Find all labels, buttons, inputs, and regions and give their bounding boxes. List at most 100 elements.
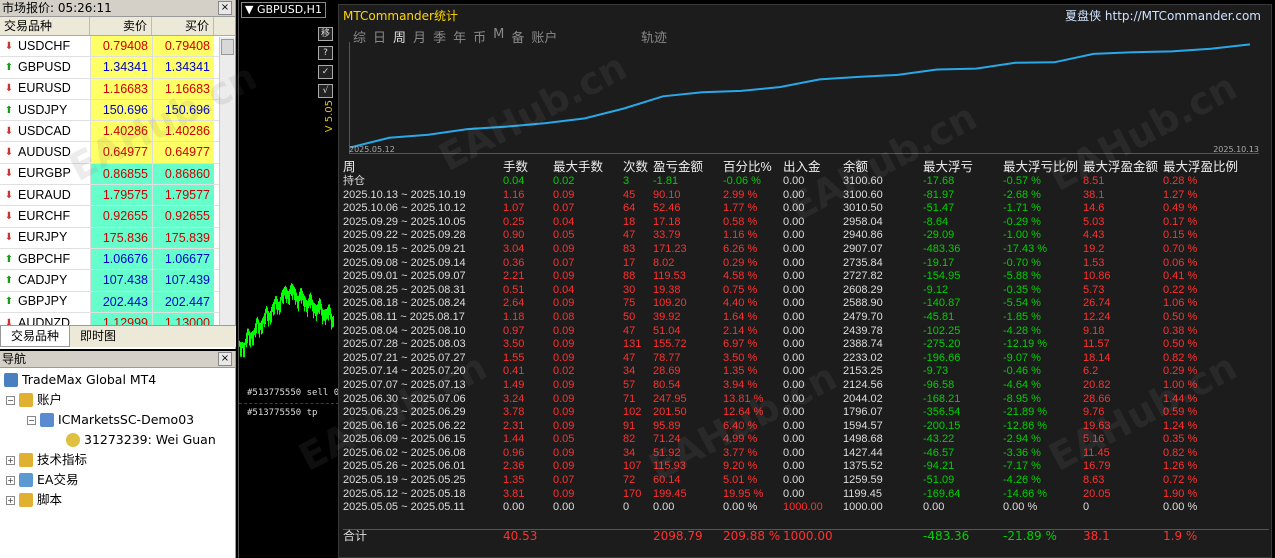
- scripts-icon: [19, 493, 33, 507]
- table-cell: 0.09: [553, 338, 575, 351]
- col-ask[interactable]: 买价: [152, 17, 214, 35]
- table-cell: 0.00: [783, 324, 805, 337]
- table-cell: -102.25: [923, 324, 961, 337]
- side-button[interactable]: ?: [318, 46, 333, 60]
- scroll-thumb[interactable]: [221, 39, 234, 55]
- quote-ask: 107.439: [152, 270, 214, 291]
- table-cell: 0.00: [783, 338, 805, 351]
- tab-symbols[interactable]: 交易品种: [0, 326, 71, 347]
- table-cell: 2044.02: [843, 392, 883, 405]
- table-cell: 52.46: [653, 202, 681, 215]
- nav-accounts[interactable]: − 账户: [6, 391, 62, 409]
- table-cell: 30: [623, 283, 636, 296]
- expand-icon[interactable]: +: [6, 495, 15, 505]
- table-cell: 2025.07.28 ~ 2025.08.03: [343, 338, 466, 351]
- table-cell: 9.18: [1083, 324, 1105, 337]
- table-cell: -21.89 %: [1003, 406, 1048, 419]
- table-cell: 1.49: [503, 378, 525, 391]
- collapse-icon[interactable]: −: [6, 395, 15, 405]
- expand-icon[interactable]: +: [6, 455, 15, 465]
- table-cell: 1.27 %: [1163, 188, 1198, 201]
- table-cell: 2025.10.06 ~ 2025.10.12: [343, 202, 466, 215]
- market-watch-title: 市场报价: 05:26:11 ×: [0, 0, 235, 17]
- col-bid[interactable]: 卖价: [90, 17, 152, 35]
- quote-row[interactable]: ⬆ GBPJPY 202.443 202.447: [0, 291, 235, 313]
- collapse-icon[interactable]: −: [27, 415, 36, 425]
- quote-symbol: USDCAD: [18, 123, 71, 138]
- tab-tick-chart[interactable]: 即时图: [70, 326, 126, 347]
- table-cell: 3.81: [503, 487, 525, 500]
- table-cell: 2940.86: [843, 229, 883, 242]
- quote-bid: 1.16683: [90, 78, 152, 99]
- quote-row[interactable]: ⬇ USDCHF 0.79408 0.79408: [0, 36, 235, 58]
- quote-symbol-cell: ⬆ GBPUSD: [0, 57, 90, 78]
- table-cell: 0.02: [553, 365, 575, 378]
- table-cell: 0.09: [553, 324, 575, 337]
- table-cell: 83: [623, 242, 636, 255]
- table-cell: 2153.25: [843, 365, 883, 378]
- table-row: 2025.09.22 ~ 2025.09.28 0.90 0.05 47 33.79 1.…: [343, 229, 1269, 243]
- table-cell: 88: [623, 270, 636, 283]
- table-cell: 0.29 %: [723, 256, 758, 269]
- table-cell: 131: [623, 338, 642, 351]
- table-cell: 0.09: [553, 270, 575, 283]
- table-cell: 2025.09.29 ~ 2025.10.05: [343, 215, 466, 228]
- table-cell: 0.00 %: [1163, 501, 1198, 514]
- quote-symbol: EURGBP: [18, 166, 71, 181]
- table-cell: 17.18: [653, 215, 681, 228]
- nav-scripts-label: 脚本: [37, 492, 63, 507]
- quote-row[interactable]: ⬆ CADJPY 107.438 107.439: [0, 270, 235, 292]
- table-cell: 0.09: [553, 460, 575, 473]
- close-icon[interactable]: ×: [218, 1, 232, 15]
- table-cell: 2025.09.01 ~ 2025.09.07: [343, 270, 466, 283]
- table-cell: 2025.10.13 ~ 2025.10.19: [343, 188, 466, 201]
- chart-symbol: GBPUSD,H1: [256, 3, 322, 16]
- table-cell: 119.53: [653, 270, 686, 283]
- quote-symbol: USDJPY: [18, 102, 68, 117]
- table-cell: 1.53: [1083, 256, 1105, 269]
- close-icon[interactable]: ×: [218, 352, 232, 366]
- total-row: 合计 40.53 2098.79 209.88 % 1000.00 -483.36 -21.…: [343, 529, 1269, 544]
- quote-row[interactable]: ⬇ EURAUD 1.79575 1.79577: [0, 185, 235, 207]
- nav-accounts-label: 账户: [37, 392, 63, 407]
- table-cell: 8.02: [653, 256, 675, 269]
- quote-symbol: EURJPY: [18, 230, 68, 245]
- up-arrow-icon: ⬆: [4, 104, 14, 116]
- table-cell: 0.00: [503, 501, 525, 514]
- side-button[interactable]: ✓: [318, 65, 333, 79]
- quote-row[interactable]: ⬆ GBPCHF 1.06676 1.06677: [0, 248, 235, 271]
- table-cell: 0.08: [553, 310, 575, 323]
- table-cell: 0.00: [783, 446, 805, 459]
- quote-row[interactable]: ⬆ GBPUSD 1.34341 1.34341: [0, 57, 235, 79]
- quote-bid: 0.92655: [90, 206, 152, 227]
- table-cell: 0.00: [783, 433, 805, 446]
- side-button[interactable]: √: [318, 84, 333, 98]
- expand-icon[interactable]: +: [6, 475, 15, 485]
- quote-row[interactable]: ⬇ EURCHF 0.92655 0.92655: [0, 206, 235, 228]
- mtcommander-panel: MTCommander统计 夏盘侠 http://MTCommander.com…: [318, 4, 1272, 558]
- table-cell: -17.68: [923, 175, 955, 187]
- nav-server[interactable]: − ICMarketsSC-Demo03: [27, 411, 194, 429]
- mtc-brand[interactable]: 夏盘侠 http://MTCommander.com: [1065, 7, 1261, 24]
- table-cell: 2025.09.15 ~ 2025.09.21: [343, 242, 466, 255]
- nav-ea-label: EA交易: [37, 472, 79, 487]
- table-cell: 0.00: [653, 501, 675, 514]
- table-cell: 0.04: [553, 215, 575, 228]
- nav-indicators[interactable]: + 技术指标: [6, 451, 87, 469]
- table-cell: -4.26 %: [1003, 474, 1041, 487]
- side-button[interactable]: 移: [318, 27, 333, 41]
- order-line-tp[interactable]: #513775550 tp: [247, 408, 317, 418]
- table-cell: 28.69: [653, 365, 681, 378]
- nav-scripts[interactable]: + 脚本: [6, 491, 62, 509]
- nav-ea[interactable]: + EA交易: [6, 471, 78, 489]
- col-symbol[interactable]: 交易品种: [0, 17, 90, 35]
- table-cell: -96.58: [923, 378, 955, 391]
- nav-account[interactable]: 31273239: Wei Guan: [66, 431, 216, 449]
- table-cell: 39.92: [653, 310, 681, 323]
- column-header: 百分比%: [723, 160, 772, 174]
- table-cell: -168.21: [923, 392, 961, 405]
- quote-row[interactable]: ⬇ EURJPY 175.836 175.839: [0, 227, 235, 249]
- table-cell: 2958.04: [843, 215, 883, 228]
- nav-root[interactable]: TradeMax Global MT4: [4, 371, 156, 389]
- table-cell: 12.24: [1083, 310, 1111, 323]
